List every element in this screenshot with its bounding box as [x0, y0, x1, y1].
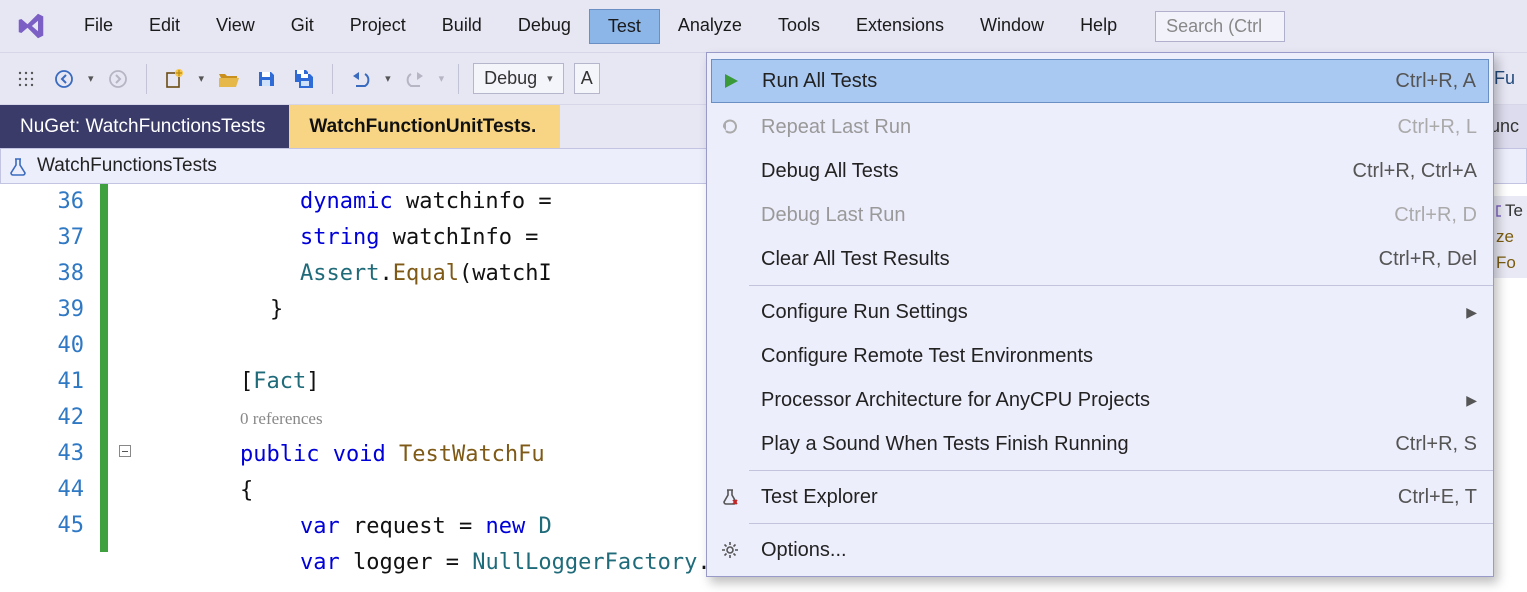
breadcrumb-text: WatchFunctionsTests [37, 155, 217, 177]
config-combo[interactable]: Debug ▾ [473, 63, 564, 94]
grid-icon[interactable] [12, 65, 40, 93]
undo-icon[interactable] [347, 65, 375, 93]
menuitem-debug-last-run: Debug Last RunCtrl+R, D [707, 193, 1493, 237]
menubar: FileEditViewGitProjectBuildDebugTestAnal… [0, 0, 1527, 52]
search-input[interactable]: Search (Ctrl [1155, 11, 1285, 42]
menu-file[interactable]: File [66, 9, 131, 44]
menu-help[interactable]: Help [1062, 9, 1135, 44]
menuitem-debug-all-tests[interactable]: Debug All TestsCtrl+R, Ctrl+A [707, 149, 1493, 193]
platform-combo[interactable]: A [574, 63, 600, 94]
redo-icon [401, 65, 429, 93]
new-item-icon[interactable] [161, 65, 189, 93]
menu-project[interactable]: Project [332, 9, 424, 44]
menuitem-run-all-tests[interactable]: Run All TestsCtrl+R, A [711, 59, 1489, 103]
menu-edit[interactable]: Edit [131, 9, 198, 44]
menuitem-repeat-last-run: Repeat Last RunCtrl+R, L [707, 105, 1493, 149]
menuitem-clear-all-test-results[interactable]: Clear All Test ResultsCtrl+R, Del [707, 237, 1493, 281]
undo-chev[interactable]: ▾ [385, 72, 391, 85]
vs-logo-icon [16, 11, 46, 41]
menuitem-play-a-sound-when-tests-finish-running[interactable]: Play a Sound When Tests Finish RunningCt… [707, 422, 1493, 466]
flask-icon [715, 487, 745, 507]
new-item-chev[interactable]: ▾ [199, 72, 205, 85]
right-toolwindow[interactable]: Te ze Fo [1491, 196, 1527, 278]
nav-forward-icon [104, 65, 132, 93]
menu-test[interactable]: Test [589, 9, 660, 44]
menuitem-configure-remote-test-environments[interactable]: Configure Remote Test Environments [707, 334, 1493, 378]
menu-debug[interactable]: Debug [500, 9, 589, 44]
flask-icon [7, 156, 29, 176]
save-icon[interactable] [252, 65, 280, 93]
gear-icon [715, 540, 745, 560]
repeat-icon [715, 117, 745, 137]
menu-tools[interactable]: Tools [760, 9, 838, 44]
config-value: Debug [484, 68, 537, 89]
menu-git[interactable]: Git [273, 9, 332, 44]
play-icon [716, 71, 746, 91]
save-all-icon[interactable] [290, 65, 318, 93]
redo-chev: ▾ [439, 72, 445, 85]
menu-build[interactable]: Build [424, 9, 500, 44]
chevron-right-icon: ▶ [1466, 392, 1477, 409]
menu-view[interactable]: View [198, 9, 273, 44]
menuitem-options-[interactable]: Options... [707, 528, 1493, 572]
tab-active[interactable]: WatchFunctionUnitTests. [289, 105, 560, 148]
nav-back-icon[interactable] [50, 65, 78, 93]
menuitem-configure-run-settings[interactable]: Configure Run Settings▶ [707, 290, 1493, 334]
nav-back-chev[interactable]: ▾ [88, 72, 94, 85]
menuitem-test-explorer[interactable]: Test ExplorerCtrl+E, T [707, 475, 1493, 519]
tab-nuget[interactable]: NuGet: WatchFunctionsTests [0, 105, 289, 148]
menuitem-processor-architecture-for-anycpu-projects[interactable]: Processor Architecture for AnyCPU Projec… [707, 378, 1493, 422]
open-icon[interactable] [214, 65, 242, 93]
chevron-down-icon: ▾ [547, 72, 553, 85]
menu-window[interactable]: Window [962, 9, 1062, 44]
menu-analyze[interactable]: Analyze [660, 9, 760, 44]
menu-extensions[interactable]: Extensions [838, 9, 962, 44]
test-menu-dropdown: Run All TestsCtrl+R, ARepeat Last RunCtr… [706, 52, 1494, 577]
chevron-right-icon: ▶ [1466, 304, 1477, 321]
